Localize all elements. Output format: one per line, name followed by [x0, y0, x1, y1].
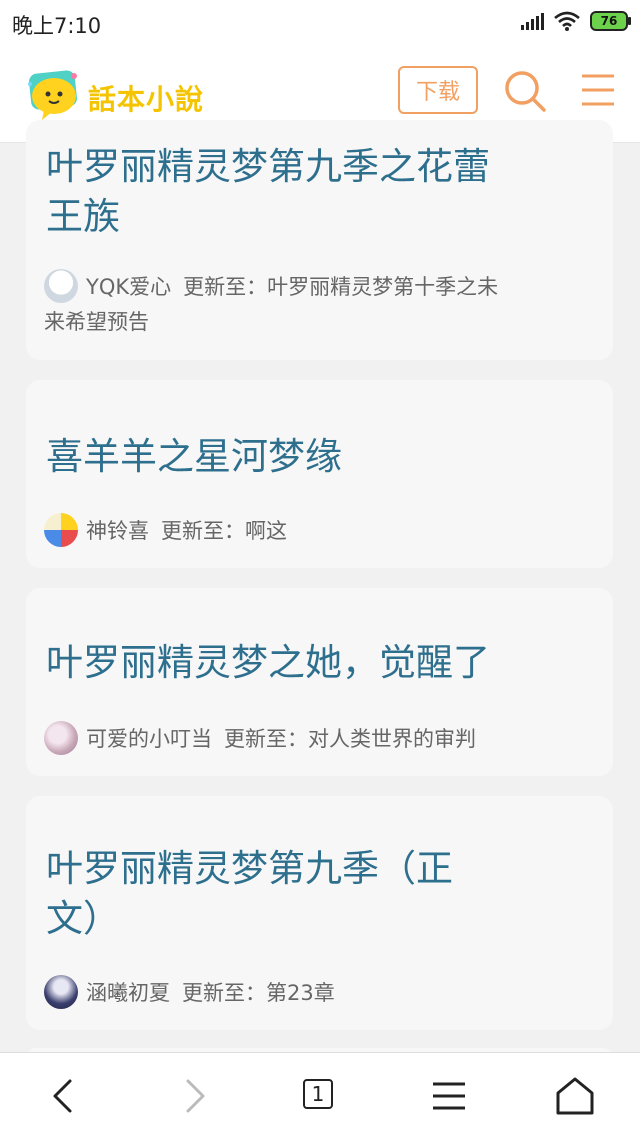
- story-card[interactable]: 叶罗丽精灵梦第九季之花蕾 王族 YQK爱心 更新至：叶罗丽精灵梦第十季之未 来希望…: [26, 120, 613, 360]
- menu-lines-icon[interactable]: [426, 1073, 472, 1119]
- author-name[interactable]: 涵曦初夏: [86, 981, 170, 1005]
- story-title[interactable]: 叶罗丽精灵梦之她，觉醒了: [46, 638, 563, 688]
- avatar[interactable]: [44, 513, 78, 547]
- battery-level: 76: [600, 14, 618, 28]
- forward-icon[interactable]: [172, 1073, 218, 1119]
- story-title[interactable]: 叶罗丽精灵梦第九季（正 文）: [46, 844, 563, 944]
- story-card[interactable]: 叶罗丽精灵梦第九季（正 文） 涵曦初夏 更新至：第23章: [26, 796, 613, 1030]
- update-text-cont: 来希望预告: [44, 310, 149, 334]
- logo-text: 話本小說: [88, 83, 205, 116]
- avatar[interactable]: [44, 975, 78, 1009]
- story-meta: 涵曦初夏 更新至：第23章: [44, 975, 573, 1011]
- story-meta: 可爱的小叮当 更新至：对人类世界的审判: [44, 721, 573, 757]
- browser-bottom-bar: 1: [0, 1052, 640, 1139]
- status-bar: 晚上7:10 76: [0, 0, 640, 46]
- story-meta: YQK爱心 更新至：叶罗丽精灵梦第十季之未 来希望预告: [44, 269, 573, 340]
- logo[interactable]: 話本小說: [22, 66, 222, 126]
- update-text: 更新至：第23章: [182, 981, 335, 1005]
- story-title[interactable]: 喜羊羊之星河梦缘: [46, 432, 563, 482]
- story-title[interactable]: 叶罗丽精灵梦第九季之花蕾 王族: [46, 142, 563, 242]
- update-text: 更新至：叶罗丽精灵梦第十季之未: [183, 275, 499, 299]
- tabs-button[interactable]: 1: [303, 1079, 333, 1109]
- update-text: 更新至：对人类世界的审判: [224, 727, 476, 751]
- back-icon[interactable]: [40, 1073, 86, 1119]
- story-card[interactable]: 喜羊羊之星河梦缘 神铃喜 更新至：啊这: [26, 380, 613, 568]
- battery-icon: 76: [590, 11, 631, 31]
- story-card[interactable]: 叶罗丽精灵梦之她，觉醒了 可爱的小叮当 更新至：对人类世界的审判: [26, 588, 613, 776]
- search-icon[interactable]: [502, 68, 548, 114]
- avatar[interactable]: [44, 269, 78, 303]
- download-button[interactable]: 下载: [398, 66, 478, 114]
- author-name[interactable]: YQK爱心: [86, 275, 171, 299]
- menu-icon[interactable]: [580, 72, 616, 108]
- wifi-icon: [554, 11, 580, 31]
- story-meta: 神铃喜 更新至：啊这: [44, 513, 573, 549]
- signal-icon: [521, 12, 544, 30]
- home-icon[interactable]: [552, 1073, 598, 1119]
- logo-mascot-icon: [28, 70, 77, 120]
- avatar[interactable]: [44, 721, 78, 755]
- status-time: 晚上7:10: [12, 14, 102, 38]
- author-name[interactable]: 神铃喜: [86, 519, 149, 543]
- author-name[interactable]: 可爱的小叮当: [86, 727, 212, 751]
- status-icons: 76: [521, 11, 631, 31]
- update-text: 更新至：啊这: [161, 519, 287, 543]
